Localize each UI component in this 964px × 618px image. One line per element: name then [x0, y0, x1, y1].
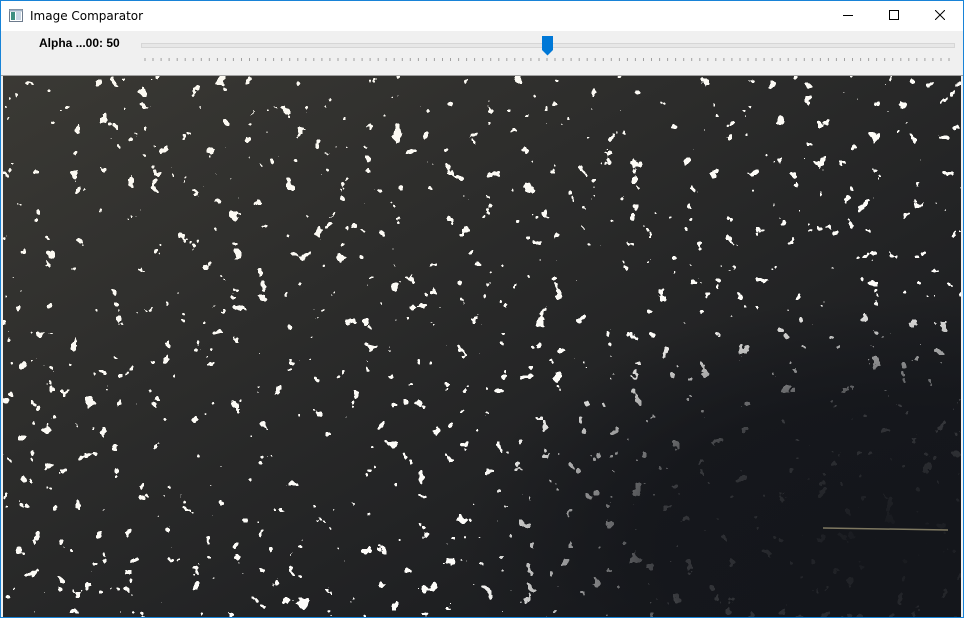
minimize-button[interactable] — [825, 1, 871, 31]
alpha-slider-label: Alpha ...00: 50 — [39, 36, 120, 50]
trackbar-panel: Alpha ...00: 50 — [1, 31, 963, 76]
alpha-slider-ticks — [144, 58, 950, 61]
window-title: Image Comparator — [30, 9, 144, 23]
minimize-icon — [843, 7, 853, 25]
maximize-button[interactable] — [871, 1, 917, 31]
title-bar[interactable]: Image Comparator — [1, 1, 963, 31]
image-comparator-window: Image Comparator Alpha ...00: 50 — [0, 0, 964, 618]
maximize-icon — [889, 7, 899, 25]
window-icon — [9, 9, 23, 22]
comparison-image-canvas — [3, 76, 961, 617]
alpha-slider-thumb[interactable] — [541, 36, 553, 56]
close-icon — [934, 7, 946, 25]
comparison-image — [3, 76, 961, 617]
close-button[interactable] — [917, 1, 963, 31]
